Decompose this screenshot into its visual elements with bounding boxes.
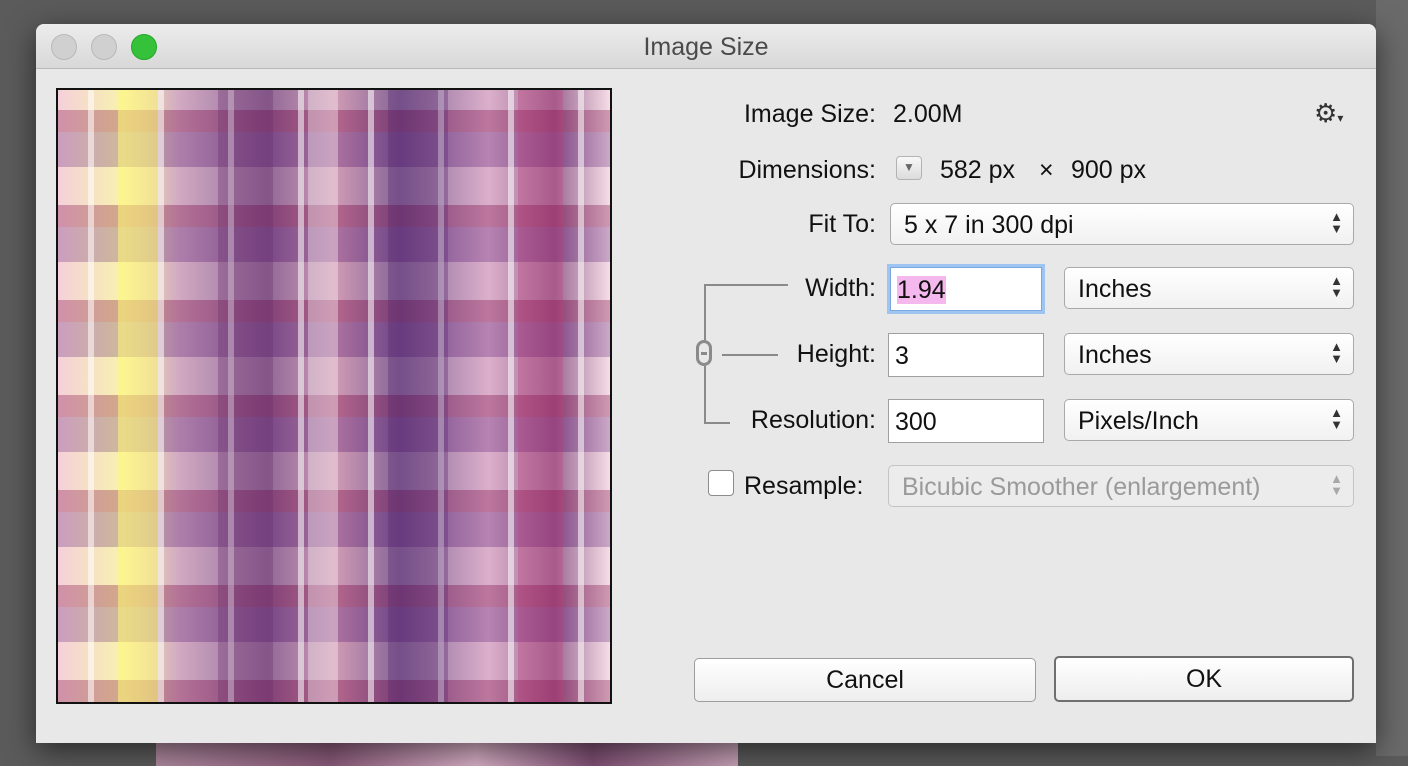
disclosure-triangle-icon[interactable]: ▼ [896, 156, 922, 180]
resample-method-select[interactable]: Bicubic Smoother (enlargement) ▲ ▼ [888, 465, 1354, 507]
resolution-unit-select[interactable]: Pixels/Inch ▲ ▼ [1064, 399, 1354, 441]
background-window [1376, 0, 1408, 756]
width-field[interactable]: 1.94 [890, 267, 1042, 311]
gear-icon[interactable]: ⚙▾ [1314, 98, 1343, 129]
preview-streak [308, 90, 338, 702]
fit-to-value: 5 x 7 in 300 dpi [904, 211, 1074, 239]
dimensions-label: Dimensions: [738, 156, 876, 184]
resolution-label: Resolution: [750, 406, 876, 434]
select-arrows-icon: ▲ ▼ [1330, 339, 1343, 366]
resample-method-value: Bicubic Smoother (enlargement) [902, 473, 1261, 501]
dimensions-times: × [1039, 156, 1054, 184]
cancel-button[interactable]: Cancel [694, 658, 1036, 702]
height-unit-select[interactable]: Inches ▲ ▼ [1064, 333, 1354, 375]
height-value: 3 [895, 342, 909, 370]
preview-streak [388, 90, 448, 702]
image-size-label: Image Size: [743, 100, 876, 128]
select-arrows-icon: ▲ ▼ [1330, 273, 1343, 300]
dimensions-width: 582 px [940, 156, 1016, 184]
ok-button[interactable]: OK [1054, 656, 1354, 702]
preview-streak [218, 90, 273, 702]
select-arrows-icon: ▲ ▼ [1330, 471, 1343, 498]
image-preview[interactable] [56, 88, 612, 704]
fit-to-select[interactable]: 5 x 7 in 300 dpi ▲ ▼ [890, 203, 1354, 245]
image-size-value: 2.00M [893, 100, 963, 128]
resample-checkbox[interactable] [708, 470, 734, 496]
resolution-unit-value: Pixels/Inch [1078, 407, 1199, 435]
select-arrows-icon: ▲ ▼ [1330, 209, 1343, 236]
resample-label: Resample: [744, 472, 864, 500]
resolution-field[interactable]: 300 [888, 399, 1044, 443]
height-unit-value: Inches [1078, 341, 1152, 369]
width-unit-select[interactable]: Inches ▲ ▼ [1064, 267, 1354, 309]
dimensions-height: 900 px [1071, 156, 1147, 184]
fit-to-label: Fit To: [808, 210, 876, 238]
window-title: Image Size [643, 33, 769, 61]
width-unit-value: Inches [1078, 275, 1152, 303]
height-label: Height: [796, 340, 876, 368]
title-bar: Image Size [36, 24, 1376, 69]
preview-streak [518, 90, 563, 702]
preview-streak [118, 90, 158, 702]
width-value: 1.94 [897, 276, 946, 304]
image-size-dialog: Image Size Image Size: 2.00M ⚙▾ Dimensio… [36, 24, 1376, 743]
resolution-value: 300 [895, 408, 937, 436]
height-field[interactable]: 3 [888, 333, 1044, 377]
width-label: Width: [805, 274, 876, 302]
select-arrows-icon: ▲ ▼ [1330, 405, 1343, 432]
